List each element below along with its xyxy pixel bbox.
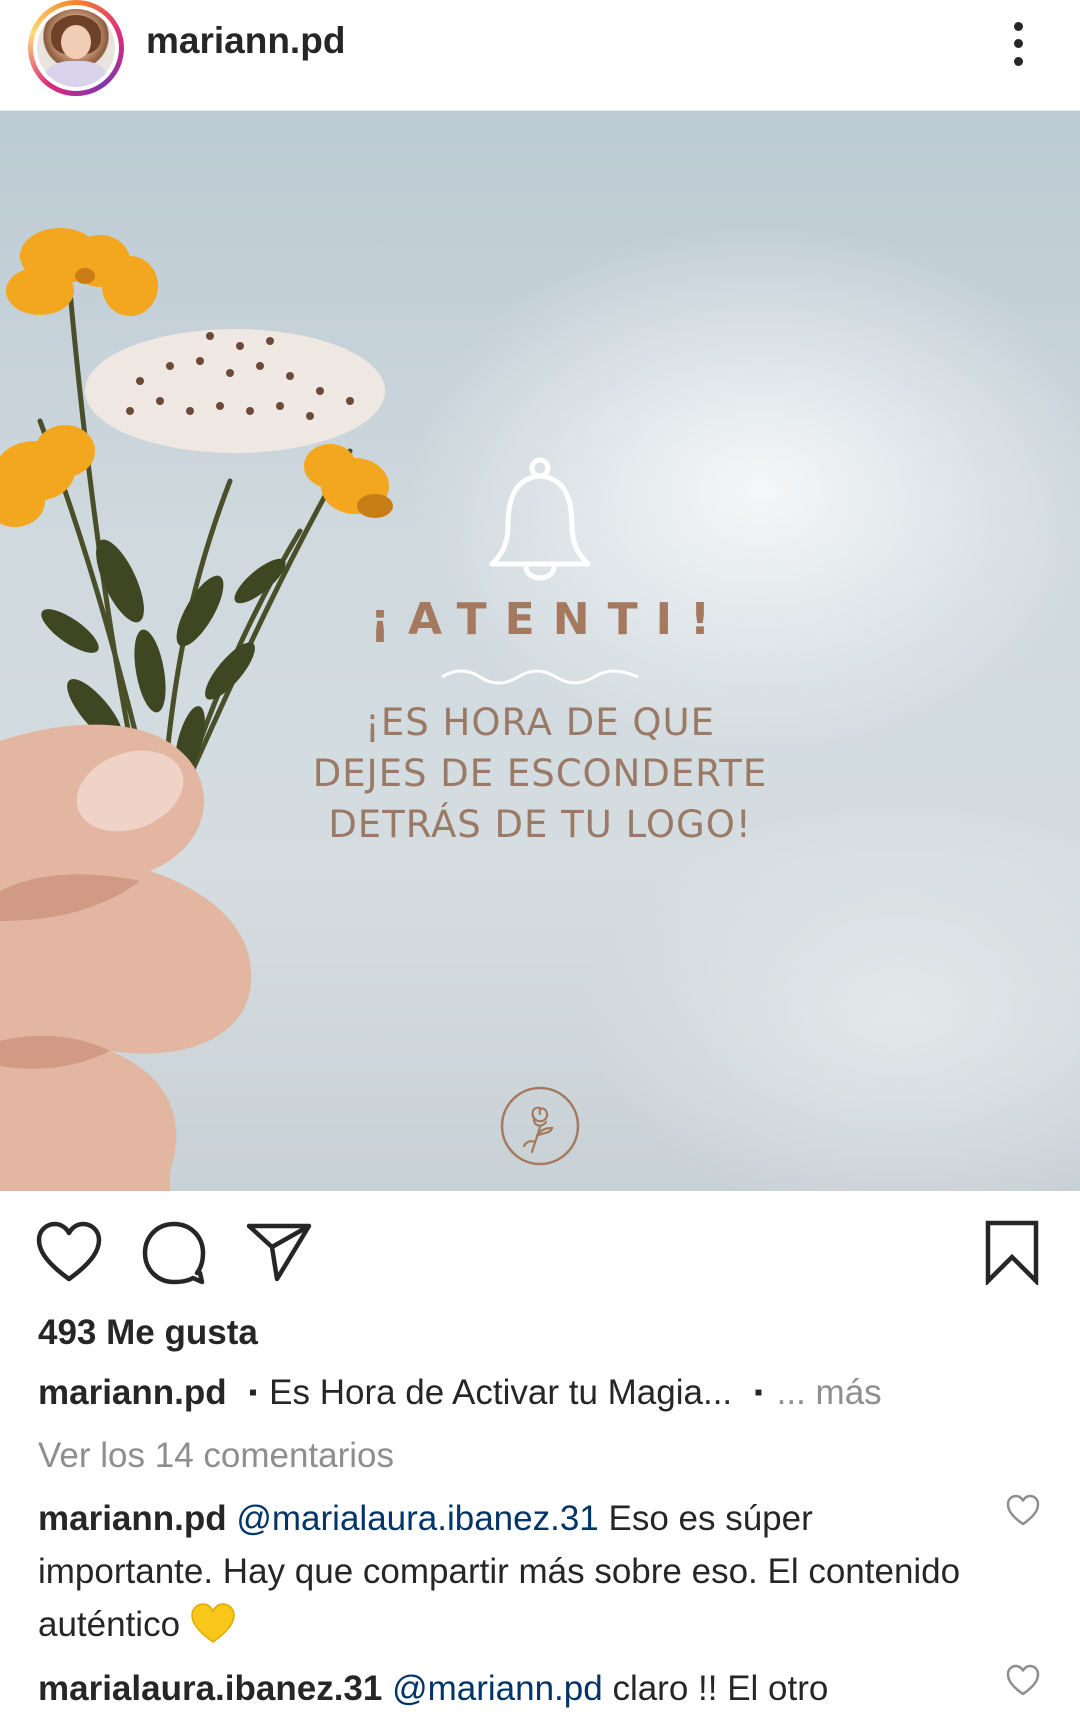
post-headline: ¡ATENTI!: [369, 594, 729, 645]
yellow-heart-emoji-icon: [191, 1603, 235, 1643]
comment-item: marialaura.ibanez.31 @mariann.pd claro !…: [38, 1662, 978, 1715]
caption-username[interactable]: mariann.pd: [38, 1373, 227, 1412]
post-subtext-line: ¡ES HORA DE QUE: [365, 701, 715, 744]
post-subtext: ¡ES HORA DE QUE DEJES DE ESCONDERTE DETR…: [0, 697, 1080, 850]
post-subtext-line: DETRÁS DE TU LOGO!: [328, 803, 752, 846]
rose-logo-icon: [500, 1086, 580, 1166]
post-subtext-line: DEJES DE ESCONDERTE: [312, 752, 768, 795]
post-header: mariann.pd: [0, 0, 1080, 111]
likes-count[interactable]: 493 Me gusta: [38, 1313, 258, 1353]
comment-bubble-icon[interactable]: [142, 1221, 206, 1285]
caption-bullet: ▪: [248, 1379, 258, 1406]
bell-icon: [489, 457, 591, 581]
flower-bouquet-image: [0, 228, 393, 1191]
post-caption: mariann.pd ▪ Es Hora de Activar tu Magia..…: [38, 1373, 882, 1413]
caption-bullet: ▪: [754, 1379, 763, 1406]
comment-username[interactable]: mariann.pd: [38, 1499, 227, 1538]
paper-plane-icon[interactable]: [246, 1221, 312, 1283]
caption-text: Es Hora de Activar tu Magia...: [269, 1373, 733, 1412]
post-action-bar: [0, 1191, 1080, 1321]
heart-outline-icon[interactable]: [36, 1221, 102, 1283]
comment-item: mariann.pd @marialaura.ibanez.31 Eso es …: [38, 1492, 978, 1651]
caption-more-link[interactable]: ... más: [777, 1373, 882, 1412]
comment-text: claro !! El otro: [602, 1669, 829, 1708]
comment-mention[interactable]: @mariann.pd: [392, 1669, 603, 1708]
more-options-icon[interactable]: [1000, 18, 1036, 70]
comment-mention[interactable]: @marialaura.ibanez.31: [236, 1499, 598, 1538]
view-all-comments-link[interactable]: Ver los 14 comentarios: [38, 1436, 394, 1476]
post-image[interactable]: ¡ATENTI! ¡ES HORA DE QUE DEJES DE ESCOND…: [0, 111, 1080, 1191]
comment-like-heart-icon[interactable]: [1006, 1494, 1040, 1526]
comment-username[interactable]: marialaura.ibanez.31: [38, 1669, 382, 1708]
avatar[interactable]: [37, 9, 115, 87]
bookmark-icon[interactable]: [984, 1219, 1040, 1285]
comment-like-heart-icon[interactable]: [1006, 1664, 1040, 1696]
wave-divider: [441, 669, 639, 685]
post-author-username[interactable]: mariann.pd: [146, 20, 345, 62]
story-ring[interactable]: [28, 0, 124, 96]
